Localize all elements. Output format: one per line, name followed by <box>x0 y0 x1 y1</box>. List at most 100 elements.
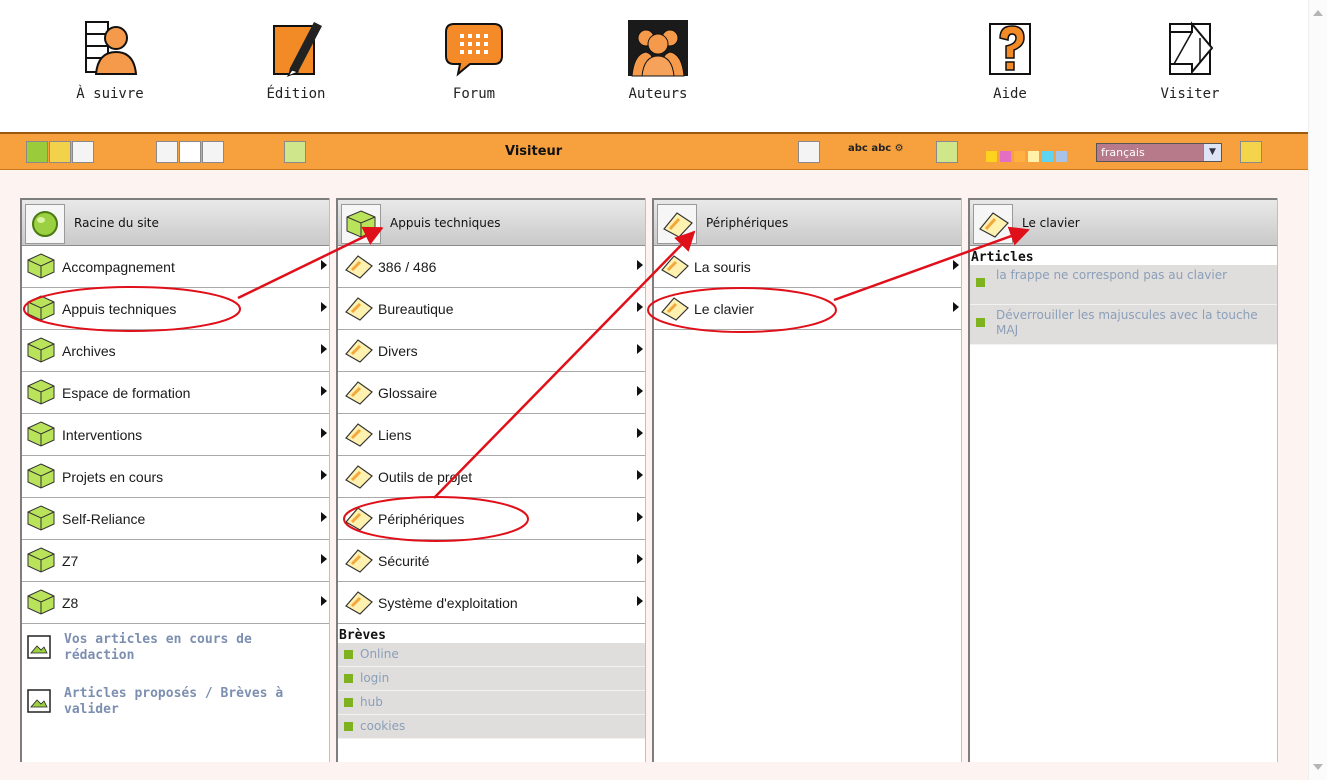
link-articles-en-cours[interactable]: Vos articles en cours de rédaction <box>26 632 326 672</box>
envelope-icon[interactable] <box>179 141 201 163</box>
column-header: Racine du site <box>22 198 329 246</box>
list-item[interactable]: La souris <box>654 246 961 288</box>
chevron-down-icon[interactable]: ▼ <box>1203 144 1221 161</box>
item-label: hub <box>360 695 383 709</box>
resize-icon[interactable] <box>936 141 958 163</box>
toolbar-title: Visiteur <box>505 144 563 159</box>
list-item[interactable]: Espace de formation <box>22 372 329 414</box>
list-item[interactable]: Appuis techniques <box>22 288 329 330</box>
info-icon[interactable] <box>284 141 306 163</box>
swatch-orange[interactable] <box>1014 151 1025 162</box>
swatch-blue[interactable] <box>1056 151 1067 162</box>
list-item[interactable]: Sécurité <box>338 540 645 582</box>
arrow-icon <box>1169 21 1214 75</box>
nav-label: À suivre <box>76 86 144 102</box>
item-label: Sécurité <box>378 553 430 569</box>
toolbar-right-left-icon <box>284 141 306 163</box>
list-item[interactable]: Outils de projet <box>338 456 645 498</box>
toolbar-mid-icons <box>156 141 224 163</box>
item-label: Projets en cours <box>62 469 164 485</box>
swatch-cream[interactable] <box>1028 151 1039 162</box>
column-le-clavier: Le clavier Articles la frappe ne corresp… <box>968 198 1278 762</box>
list-item[interactable]: Z8 <box>22 582 329 624</box>
swatch-pink[interactable] <box>1000 151 1011 162</box>
link-articles-proposes[interactable]: Articles proposés / Brèves à valider <box>26 686 326 726</box>
column-title: Racine du site <box>74 216 159 230</box>
item-label: Outils de projet <box>378 469 473 485</box>
calendar-clock-icon[interactable] <box>156 141 178 163</box>
eye-icon[interactable] <box>202 141 224 163</box>
column-root: Racine du site Accompagnement Appuis tec… <box>20 198 330 762</box>
swatch-cyan[interactable] <box>1042 151 1053 162</box>
nav-auteurs[interactable]: Auteurs <box>608 18 708 102</box>
chevron-right-icon <box>637 260 643 270</box>
nav-a-suivre[interactable]: À suivre <box>60 18 160 102</box>
logout-icon[interactable] <box>1240 141 1262 163</box>
list-item[interactable]: 386 / 486 <box>338 246 645 288</box>
item-label: Online <box>360 647 399 661</box>
folder-box-icon <box>27 547 55 573</box>
item-label: 386 / 486 <box>378 259 437 275</box>
chevron-right-icon <box>321 554 327 564</box>
open-folder-icon <box>973 204 1013 244</box>
person-list-icon <box>85 21 138 75</box>
item-label: Interventions <box>62 427 143 443</box>
chevron-right-icon <box>637 512 643 522</box>
list-item[interactable]: Système d'exploitation <box>338 582 645 624</box>
toolbar: Visiteur abc abc ⚙ français ▼ <box>0 132 1308 170</box>
chevron-right-icon <box>321 512 327 522</box>
list-item[interactable]: Déverrouiller les majuscules avec la tou… <box>970 305 1277 345</box>
chevron-right-icon <box>321 596 327 606</box>
articles-list: la frappe ne correspond pas au clavier D… <box>970 265 1277 345</box>
site-tree-icon[interactable] <box>26 141 48 163</box>
list-item[interactable]: Divers <box>338 330 645 372</box>
nav-forum[interactable]: Forum <box>424 18 524 102</box>
scroll-down-icon[interactable] <box>1313 764 1323 770</box>
section-breves-title: Brèves <box>339 628 386 643</box>
column-appuis-techniques: Appuis techniques 386 / 486 Bureautique … <box>336 198 646 762</box>
chevron-right-icon <box>321 260 327 270</box>
bullet-square-icon <box>976 278 985 287</box>
list-item[interactable]: Accompagnement <box>22 246 329 288</box>
open-folder-icon <box>661 255 689 279</box>
nav-edition[interactable]: Édition <box>246 18 346 102</box>
chevron-right-icon <box>637 302 643 312</box>
search-icon[interactable] <box>72 141 94 163</box>
list-item[interactable]: login <box>338 667 645 691</box>
list-item[interactable]: Glossaire <box>338 372 645 414</box>
nav-visiter[interactable]: Visiter <box>1140 18 1240 102</box>
language-select[interactable]: français ▼ <box>1096 143 1222 162</box>
item-label: Archives <box>62 343 116 359</box>
document-image-icon <box>27 689 51 713</box>
cursor-icon[interactable] <box>49 141 71 163</box>
list-item[interactable]: Self-Reliance <box>22 498 329 540</box>
chevron-right-icon <box>321 302 327 312</box>
list-item[interactable]: Liens <box>338 414 645 456</box>
list-item[interactable]: hub <box>338 691 645 715</box>
list-item[interactable]: cookies <box>338 715 645 739</box>
list-item[interactable]: Périphériques <box>338 498 645 540</box>
swatch-yellow[interactable] <box>986 151 997 162</box>
list-item[interactable]: la frappe ne correspond pas au clavier <box>970 265 1277 305</box>
list-item[interactable]: Z7 <box>22 540 329 582</box>
globe-icon <box>25 204 65 244</box>
folder-box-icon <box>341 204 381 244</box>
item-label: login <box>360 671 390 685</box>
scroll-up-icon[interactable] <box>1313 10 1323 16</box>
list-item[interactable]: Interventions <box>22 414 329 456</box>
grid-icon[interactable] <box>798 141 820 163</box>
item-label: La souris <box>694 259 751 275</box>
list-item[interactable]: Online <box>338 643 645 667</box>
nav-aide[interactable]: Aide <box>960 18 1060 102</box>
list-item[interactable]: Archives <box>22 330 329 372</box>
question-icon <box>989 23 1031 75</box>
list-item[interactable]: Projets en cours <box>22 456 329 498</box>
spellcheck-icon[interactable]: abc abc ⚙ <box>848 143 904 165</box>
folder-box-icon <box>27 253 55 279</box>
column-title: Le clavier <box>1022 216 1080 230</box>
list-item[interactable]: Le clavier <box>654 288 961 330</box>
vertical-scrollbar[interactable] <box>1308 0 1327 780</box>
item-label: Système d'exploitation <box>378 595 518 611</box>
document-image-icon <box>27 635 51 659</box>
list-item[interactable]: Bureautique <box>338 288 645 330</box>
